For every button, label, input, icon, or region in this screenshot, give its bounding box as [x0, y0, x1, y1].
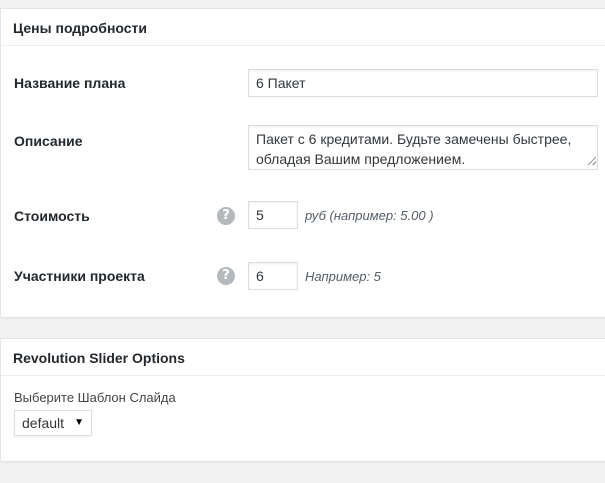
help-icon[interactable]: ? — [217, 207, 235, 225]
caret-down-icon: ▼ — [74, 417, 84, 428]
price-details-header[interactable]: Цены подробности — [1, 9, 605, 46]
project-members-input[interactable] — [248, 262, 298, 290]
cost-hint: руб (например: 5.00 ) — [305, 208, 434, 223]
price-details-panel: Цены подробности Название плана Описание… — [0, 8, 605, 318]
panel-title: Цены подробности — [13, 20, 148, 36]
description-textarea[interactable]: Пакет с 6 кредитами. Будьте замечены быс… — [248, 125, 598, 170]
help-icon[interactable]: ? — [217, 267, 235, 285]
cost-label: Стоимость — [14, 208, 90, 224]
revolution-slider-panel: Revolution Slider Options Выберите Шабло… — [0, 338, 605, 462]
slide-template-label: Выберите Шаблон Слайда — [14, 390, 176, 405]
slide-template-value: default — [22, 415, 65, 431]
plan-name-input[interactable] — [248, 69, 598, 97]
description-label: Описание — [14, 133, 83, 149]
panel-title: Revolution Slider Options — [13, 350, 185, 366]
slide-template-select[interactable]: default ▼ — [14, 410, 92, 436]
resize-handle-icon[interactable] — [588, 157, 596, 165]
plan-name-label: Название плана — [14, 75, 126, 91]
revolution-slider-header[interactable]: Revolution Slider Options — [1, 339, 605, 376]
cost-input[interactable] — [248, 201, 298, 229]
project-members-label: Участники проекта — [14, 268, 145, 284]
project-members-hint: Например: 5 — [305, 269, 381, 284]
